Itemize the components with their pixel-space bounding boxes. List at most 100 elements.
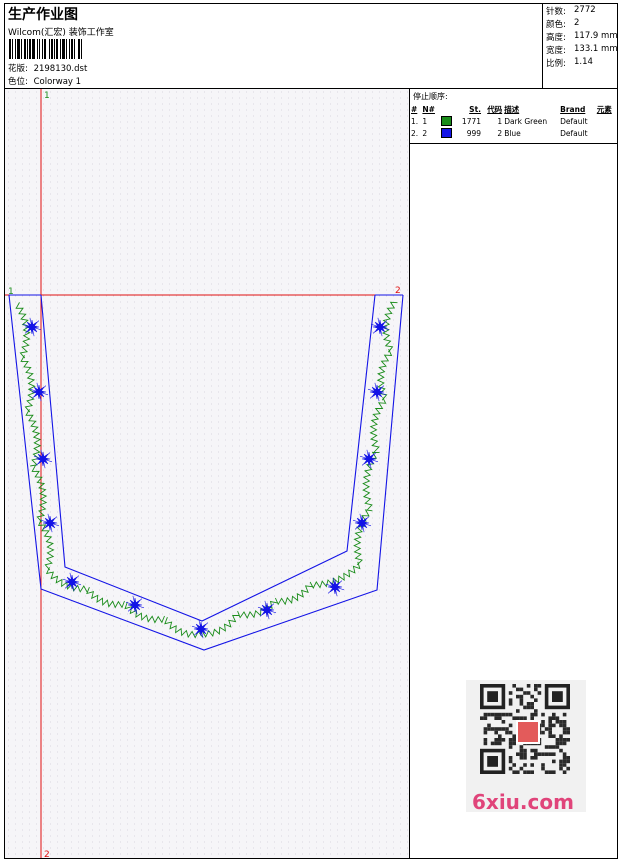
zigzag-scallop: [86, 587, 125, 609]
qr-module: [544, 752, 549, 756]
zigzag-scallop: [15, 302, 31, 359]
qr-module: [516, 770, 520, 774]
design-canvas[interactable]: 1 1 2 2: [5, 89, 410, 858]
qr-module: [552, 712, 556, 717]
row-brand: Default: [560, 128, 588, 138]
qr-module: [534, 748, 538, 753]
qr-module: [508, 766, 513, 771]
table-row[interactable]: 1. 1 1771 1 Dark Green Default: [410, 115, 617, 127]
qr-module: [562, 720, 567, 724]
qr-module: [516, 709, 520, 713]
color-swatch: [440, 128, 452, 138]
col-brand: Brand: [560, 104, 586, 114]
row-n: 1: [422, 116, 428, 126]
stat-label: 比例:: [546, 59, 566, 69]
qr-module: [508, 730, 513, 735]
qr-module: [526, 702, 531, 706]
qr-module: [494, 730, 498, 735]
qr-module: [555, 738, 560, 742]
seal-stamp: [516, 720, 540, 744]
row-stitches: 999: [466, 128, 482, 138]
star-motif: [352, 513, 372, 533]
qr-module: [552, 716, 556, 720]
star-motif: [40, 513, 60, 533]
qr-module: [508, 759, 513, 764]
qr-module: [494, 727, 498, 731]
qr-module: [526, 684, 531, 688]
panel-divider: [410, 143, 617, 144]
row-code: 2: [497, 128, 503, 138]
colorway-label: 色位:: [8, 77, 28, 87]
qr-module: [487, 712, 491, 717]
star-motif: [257, 600, 277, 620]
qr-module: [562, 763, 567, 767]
qr-module: [508, 756, 513, 760]
qr-module: [483, 730, 488, 735]
qr-module: [541, 766, 545, 771]
qr-module: [552, 745, 556, 749]
barcode: [9, 39, 143, 59]
star-motif: [62, 572, 82, 592]
qr-module: [498, 716, 502, 720]
stat-height: 高度: 117.9 mm: [546, 31, 618, 43]
stop-sequence-title: 停止顺序:: [413, 92, 448, 101]
qr-module: [544, 770, 549, 774]
row-swatch: [440, 115, 456, 127]
qr-module: [483, 712, 488, 717]
qr-module: [534, 752, 538, 756]
qr-module: [483, 727, 488, 731]
row-n: 2: [422, 128, 428, 138]
star-motif: [22, 317, 42, 337]
qr-module: [498, 738, 502, 742]
row-code: 1: [497, 116, 503, 126]
qr-module: [552, 759, 556, 764]
qr-module: [530, 756, 534, 760]
qr-module: [559, 734, 563, 738]
qr-module: [552, 770, 556, 774]
qr-module: [490, 712, 495, 717]
qr-module: [566, 730, 570, 735]
qr-module: [552, 723, 556, 728]
stat-width: 宽度: 133.1 mm: [546, 44, 618, 56]
qr-module: [508, 738, 513, 742]
row-swatch: [440, 127, 456, 139]
stat-value: 133.1 mm: [574, 44, 618, 54]
qr-module: [534, 698, 538, 702]
stat-value: 1.14: [574, 57, 593, 67]
qr-module: [512, 763, 516, 767]
qr-module: [534, 709, 538, 713]
qr-module: [537, 684, 542, 688]
qr-module: [505, 730, 509, 735]
zigzag-scallop: [274, 585, 313, 606]
stat-value: 2: [574, 18, 580, 28]
qr-module: [494, 716, 498, 720]
row-element: [596, 115, 617, 127]
qr-module: [512, 684, 516, 688]
colorway-value: Colorway 1: [33, 77, 82, 87]
col-swatch: [440, 103, 456, 115]
qr-module: [483, 716, 488, 720]
qr-module: [566, 759, 570, 764]
header-info: 生产作业图 Wilcom(汇宏) 装饰工作室 花版: 2198130.dst 色…: [5, 4, 543, 89]
qr-module: [526, 691, 531, 695]
qr-module: [562, 723, 567, 728]
col-index: #: [411, 104, 418, 114]
qr-module: [523, 763, 527, 767]
stat-label: 颜色:: [546, 20, 566, 30]
row-brand: Default: [560, 116, 588, 126]
qr-module: [516, 694, 520, 699]
table-header-row: # N# St. 代码 描述 Brand 元素: [410, 103, 617, 115]
qr-module: [562, 752, 567, 756]
qr-module: [566, 756, 570, 760]
qr-module: [534, 684, 538, 688]
zigzag-scallop: [369, 397, 387, 453]
qr-module: [508, 745, 513, 749]
zigzag-scallop: [45, 567, 88, 593]
qr-module: [555, 716, 560, 720]
qr-module: [534, 687, 538, 692]
qr-module: [501, 727, 506, 731]
qr-module: [508, 723, 513, 728]
qr-module: [552, 752, 556, 756]
qr-module: [523, 752, 527, 756]
table-row[interactable]: 2. 2 999 2 Blue Default: [410, 127, 617, 139]
